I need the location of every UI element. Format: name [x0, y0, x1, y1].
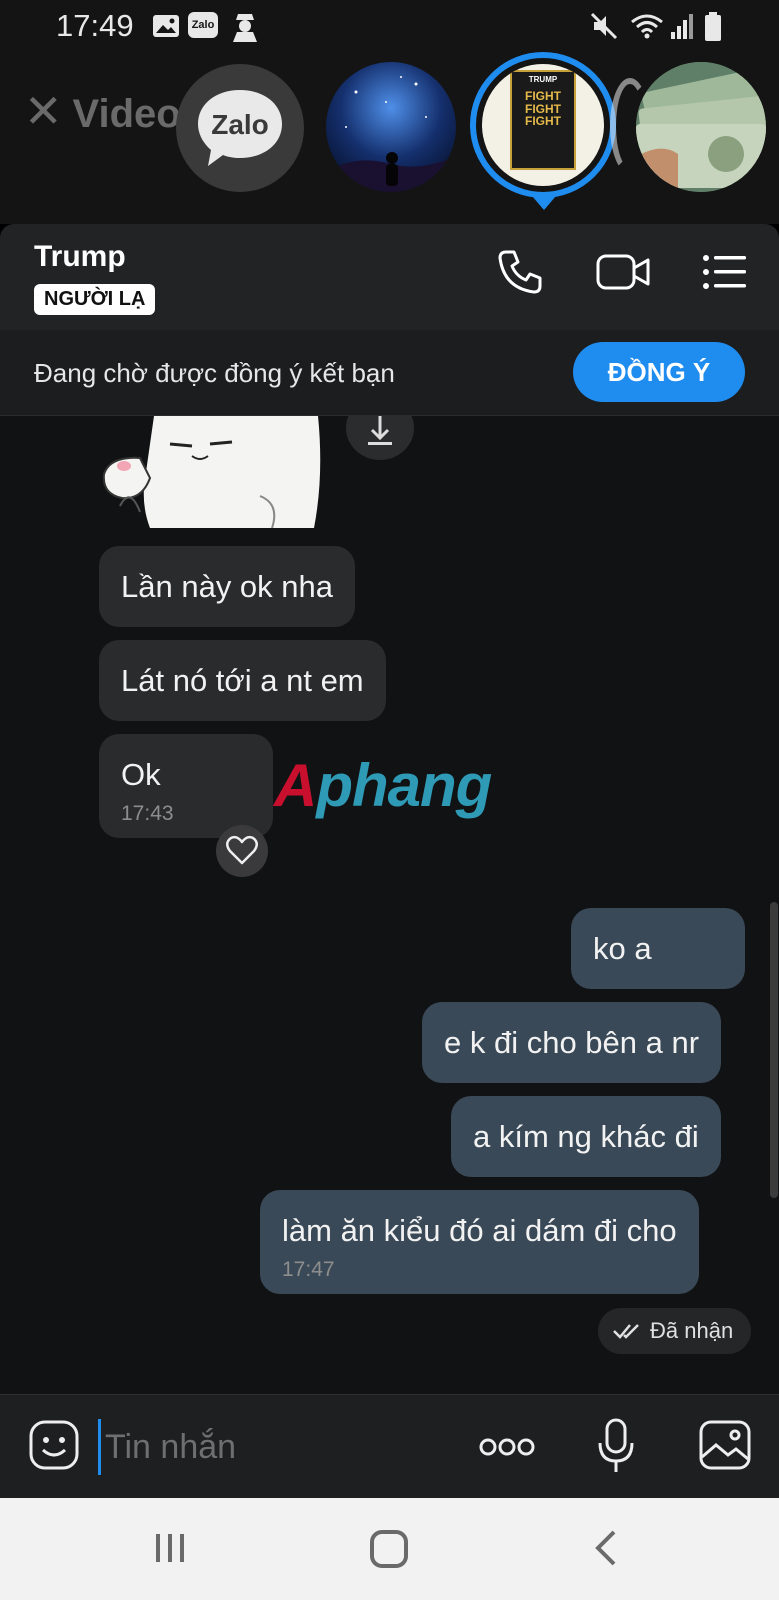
zalo-logo-text: Zalo: [211, 109, 269, 140]
friend-request-text: Đang chờ được đồng ý kết bạn: [34, 358, 395, 388]
poster-avatar: TRUMP FIGHT FIGHT FIGHT: [482, 64, 604, 186]
chat-head-avatar-night-sky[interactable]: [326, 62, 456, 192]
chat-header: Trump NGƯỜI LẠ: [0, 224, 779, 330]
scrollbar[interactable]: [770, 902, 778, 1198]
chat-head-avatar-selected[interactable]: TRUMP FIGHT FIGHT FIGHT: [470, 52, 616, 210]
message-input[interactable]: [98, 1419, 438, 1475]
more-options-icon[interactable]: [478, 1429, 536, 1465]
wifi-icon: [631, 14, 663, 39]
battery-icon: [705, 12, 721, 41]
emoji-sticker-icon[interactable]: [28, 1419, 80, 1471]
sticker-download-button[interactable]: [346, 416, 414, 460]
phone-call-icon[interactable]: [496, 248, 544, 296]
chat-heads-strip: ✕ Video Zalo TRUMP FIGHT FIGHT FIGHT: [0, 52, 779, 224]
double-check-icon: [613, 1324, 639, 1339]
zalo-notification-icon: Zalo: [188, 12, 218, 38]
message-list[interactable]: Lần này ok nha Lát nó tới a nt em Ok 17:…: [0, 416, 779, 1394]
heart-icon: [226, 835, 258, 865]
delivery-status: Đã nhận: [598, 1308, 752, 1354]
chat-head-avatar-money[interactable]: [636, 62, 766, 192]
zalo-bubble[interactable]: Zalo: [176, 64, 304, 192]
spy-icon: [233, 14, 257, 42]
outgoing-message[interactable]: ko a: [571, 908, 745, 990]
system-navigation-bar: [0, 1498, 779, 1600]
home-icon[interactable]: [368, 1528, 410, 1570]
cat-sticker[interactable]: [100, 416, 332, 528]
contact-name[interactable]: Trump: [34, 240, 126, 274]
menu-list-icon[interactable]: [702, 248, 748, 296]
message-time: 17:47: [282, 1258, 335, 1282]
selected-pointer-icon: [532, 196, 556, 210]
outgoing-message[interactable]: e k đi cho bên a nr: [422, 1002, 722, 1084]
signal-icon: [671, 14, 693, 39]
money-avatar-image: [636, 62, 766, 192]
react-heart-button[interactable]: [216, 825, 268, 877]
status-time: 17:49: [56, 8, 134, 43]
video-call-icon[interactable]: [596, 248, 650, 296]
image-picker-icon[interactable]: [698, 1419, 752, 1471]
back-icon[interactable]: [592, 1528, 622, 1568]
mute-icon: [590, 12, 618, 40]
poster-image: TRUMP FIGHT FIGHT FIGHT: [510, 70, 576, 170]
watermark-logo: Aphang: [274, 752, 492, 819]
accept-friend-button[interactable]: ĐỒNG Ý: [573, 342, 745, 402]
outgoing-message[interactable]: a kím ng khác đi: [451, 1096, 721, 1178]
night-sky-avatar-image: [326, 62, 456, 192]
stranger-badge: NGƯỜI LẠ: [34, 284, 156, 315]
microphone-icon[interactable]: [596, 1417, 636, 1475]
outgoing-message[interactable]: làm ăn kiểu đó ai dám đi cho 17:47: [260, 1190, 699, 1295]
message-composer: [0, 1394, 779, 1498]
message-time: 17:43: [121, 802, 174, 826]
incoming-message[interactable]: Ok 17:43: [99, 734, 273, 839]
incoming-message[interactable]: Lát nó tới a nt em: [99, 640, 386, 722]
recent-apps-icon[interactable]: [150, 1528, 190, 1568]
status-bar: 17:49 Zalo: [0, 0, 779, 52]
friend-request-bar: Đang chờ được đồng ý kết bạn ĐỒNG Ý: [0, 330, 779, 416]
incoming-message[interactable]: Lần này ok nha: [99, 546, 356, 628]
zalo-logo-icon: Zalo: [198, 90, 282, 166]
close-video-button[interactable]: ✕ Video: [24, 84, 181, 138]
gallery-icon: [153, 15, 179, 37]
close-icon: ✕: [24, 85, 63, 137]
download-icon: [368, 416, 392, 445]
